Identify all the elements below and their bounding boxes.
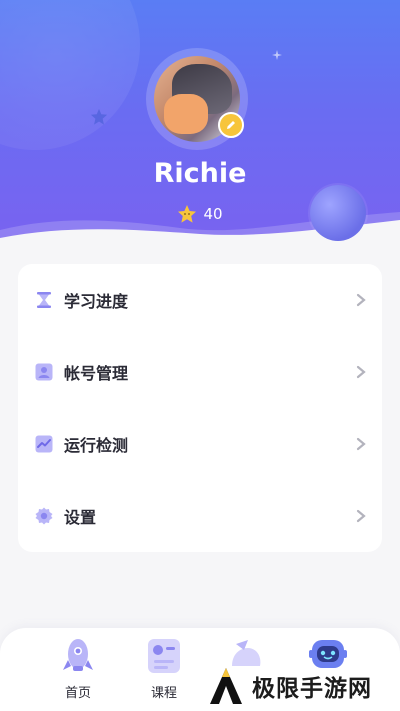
star-score: 40 bbox=[0, 204, 400, 224]
menu-item-label: 学习进度 bbox=[64, 292, 129, 311]
menu-item-account[interactable]: 帐号管理 bbox=[18, 336, 382, 408]
menu-item-study-progress[interactable]: 学习进度 bbox=[18, 264, 382, 336]
menu-item-run-check[interactable]: 运行检测 bbox=[18, 408, 382, 480]
tab-label: 首页 bbox=[64, 686, 91, 701]
watermark-text: 极限手游网 bbox=[252, 676, 372, 702]
menu-item-label: 设置 bbox=[64, 508, 97, 527]
tab-course[interactable]: 课程 bbox=[134, 636, 194, 701]
star-decoration-icon bbox=[90, 108, 108, 125]
avatar-face bbox=[164, 94, 208, 134]
menu-item-label: 运行检测 bbox=[64, 436, 129, 455]
tab-label: 课程 bbox=[150, 686, 177, 701]
chevron-right-icon bbox=[356, 293, 366, 307]
planet-decoration bbox=[0, 0, 140, 150]
rocket-icon bbox=[63, 639, 93, 671]
menu-item-label: 帐号管理 bbox=[64, 364, 129, 383]
gear-icon bbox=[35, 507, 53, 525]
username: Richie bbox=[153, 158, 247, 189]
pencil-icon bbox=[227, 121, 235, 129]
watermark: 极限手游网 bbox=[208, 664, 398, 708]
user-icon bbox=[35, 363, 53, 381]
chevron-right-icon bbox=[356, 509, 366, 523]
menu-card: 学习进度 帐号管理 运行检测 设置 bbox=[18, 264, 382, 552]
star-count: 40 bbox=[203, 205, 223, 223]
chevron-right-icon bbox=[356, 437, 366, 451]
star-icon bbox=[178, 205, 197, 223]
watermark-logo-icon bbox=[210, 668, 242, 704]
tab-home[interactable]: 首页 bbox=[48, 636, 108, 701]
hourglass-icon bbox=[37, 292, 51, 308]
course-icon bbox=[148, 639, 180, 673]
sparkle-icon bbox=[272, 50, 282, 60]
edit-avatar-button[interactable] bbox=[218, 112, 244, 138]
chart-line-icon bbox=[35, 435, 53, 453]
chevron-right-icon bbox=[356, 365, 366, 379]
menu-item-settings[interactable]: 设置 bbox=[18, 480, 382, 552]
